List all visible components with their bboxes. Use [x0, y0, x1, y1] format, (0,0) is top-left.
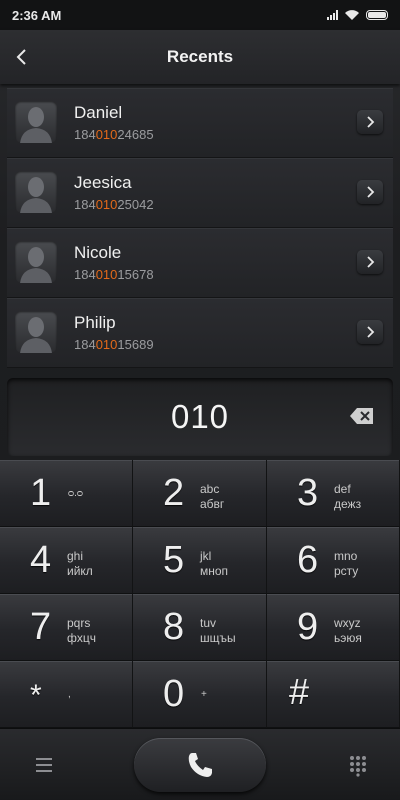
key-letters: mno рсту: [334, 549, 359, 578]
key-letters: ,: [68, 689, 71, 700]
key-digit: 7: [30, 606, 52, 648]
menu-button[interactable]: [30, 753, 58, 777]
call-button[interactable]: [134, 738, 266, 792]
key-letters: def дежз: [334, 482, 362, 511]
key-digit: 0: [163, 673, 185, 715]
key-letters: jkl мноп: [200, 549, 229, 578]
recents-list: Daniel 18401024685 Jeesica 18401025042 N…: [7, 88, 393, 368]
person-icon: [20, 247, 52, 283]
key-3[interactable]: 3 def дежз: [267, 460, 400, 527]
backspace-icon: [350, 408, 373, 424]
contact-number: 18401015689: [74, 337, 154, 352]
key-letters: wxyz ьэюя: [334, 616, 362, 645]
contact-name: Nicole: [74, 243, 122, 262]
chevron-right-icon: [367, 186, 375, 198]
key-digit: #: [289, 671, 310, 712]
status-time: 2:36 AM: [12, 7, 62, 23]
header-bar: Recents: [0, 30, 400, 84]
dialpad-icon: [350, 756, 366, 777]
phone-icon: [188, 753, 212, 777]
key-hash[interactable]: #: [267, 661, 400, 728]
person-icon: [20, 177, 52, 213]
key-letters: tuv шщъы: [200, 616, 236, 645]
contact-row[interactable]: Daniel 18401024685: [7, 88, 393, 158]
key-digit: 4: [30, 539, 52, 581]
status-bar: 2:36 AM: [0, 0, 400, 30]
number-display: 010: [7, 378, 393, 456]
key-digit: 1: [30, 472, 52, 514]
person-icon: [20, 107, 52, 143]
key-digit: 9: [297, 606, 319, 648]
key-digit: 6: [297, 539, 319, 581]
back-button[interactable]: [6, 40, 38, 74]
key-1[interactable]: 1 ᴑ.ᴑ: [0, 460, 133, 527]
key-7[interactable]: 7 pqrs фхцч: [0, 594, 133, 661]
wifi-icon: [345, 10, 359, 20]
menu-icon: [36, 758, 52, 772]
contact-number: 18401024685: [74, 127, 154, 142]
contact-row[interactable]: Philip 18401015689: [7, 298, 393, 368]
key-digit: 5: [163, 539, 185, 581]
status-icons: [327, 9, 388, 21]
dialer-screen: 2:36 AM Recents Daniel 18401024685 Jeesi…: [0, 0, 400, 800]
key-letters: pqrs фхцч: [67, 616, 96, 645]
dialed-number: 010: [170, 398, 230, 435]
key-digit: 3: [297, 472, 319, 514]
chevron-right-icon: [367, 116, 375, 128]
page-title: Recents: [166, 47, 234, 66]
key-2[interactable]: 2 abc абвг: [133, 460, 267, 527]
avatar: [15, 101, 57, 143]
contact-row[interactable]: Nicole 18401015678: [7, 228, 393, 298]
chevron-right-icon: [367, 256, 375, 268]
key-letters: abc абвг: [200, 482, 225, 511]
key-letters: ghi ийкл: [67, 549, 93, 578]
avatar: [15, 311, 57, 353]
key-6[interactable]: 6 mno рсту: [267, 527, 400, 594]
person-icon: [20, 317, 52, 353]
battery-icon: [366, 10, 388, 20]
contact-detail-button[interactable]: [357, 250, 383, 274]
key-digit: 8: [163, 606, 185, 648]
dialpad-button[interactable]: [346, 753, 370, 777]
key-star[interactable]: * ,: [0, 661, 133, 728]
contact-number: 18401025042: [74, 197, 154, 212]
voicemail-icon: ᴑ.ᴑ: [68, 488, 83, 499]
contact-name: Daniel: [74, 103, 123, 122]
chevron-right-icon: [367, 326, 375, 338]
key-digit: *: [30, 679, 42, 712]
key-4[interactable]: 4 ghi ийкл: [0, 527, 133, 594]
avatar: [15, 171, 57, 213]
contact-row[interactable]: Jeesica 18401025042: [7, 158, 393, 228]
contact-name: Philip: [74, 313, 116, 332]
contact-detail-button[interactable]: [357, 110, 383, 134]
signal-icon: [327, 10, 338, 20]
chevron-left-icon: [16, 49, 26, 65]
contact-number: 18401015678: [74, 267, 154, 282]
contact-detail-button[interactable]: [357, 320, 383, 344]
key-0[interactable]: 0 +: [133, 661, 267, 728]
key-9[interactable]: 9 wxyz ьэюя: [267, 594, 400, 661]
key-digit: 2: [163, 472, 185, 514]
contact-detail-button[interactable]: [357, 180, 383, 204]
contact-name: Jeesica: [74, 173, 132, 192]
key-8[interactable]: 8 tuv шщъы: [133, 594, 267, 661]
key-letters: +: [201, 689, 207, 700]
bottom-action-bar: [0, 728, 400, 800]
key-5[interactable]: 5 jkl мноп: [133, 527, 267, 594]
avatar: [15, 241, 57, 283]
keypad: 1 ᴑ.ᴑ 2 abc абвг 3 def дежз 4 ghi ийкл 5 jk…: [0, 460, 400, 728]
backspace-button[interactable]: [349, 406, 375, 426]
